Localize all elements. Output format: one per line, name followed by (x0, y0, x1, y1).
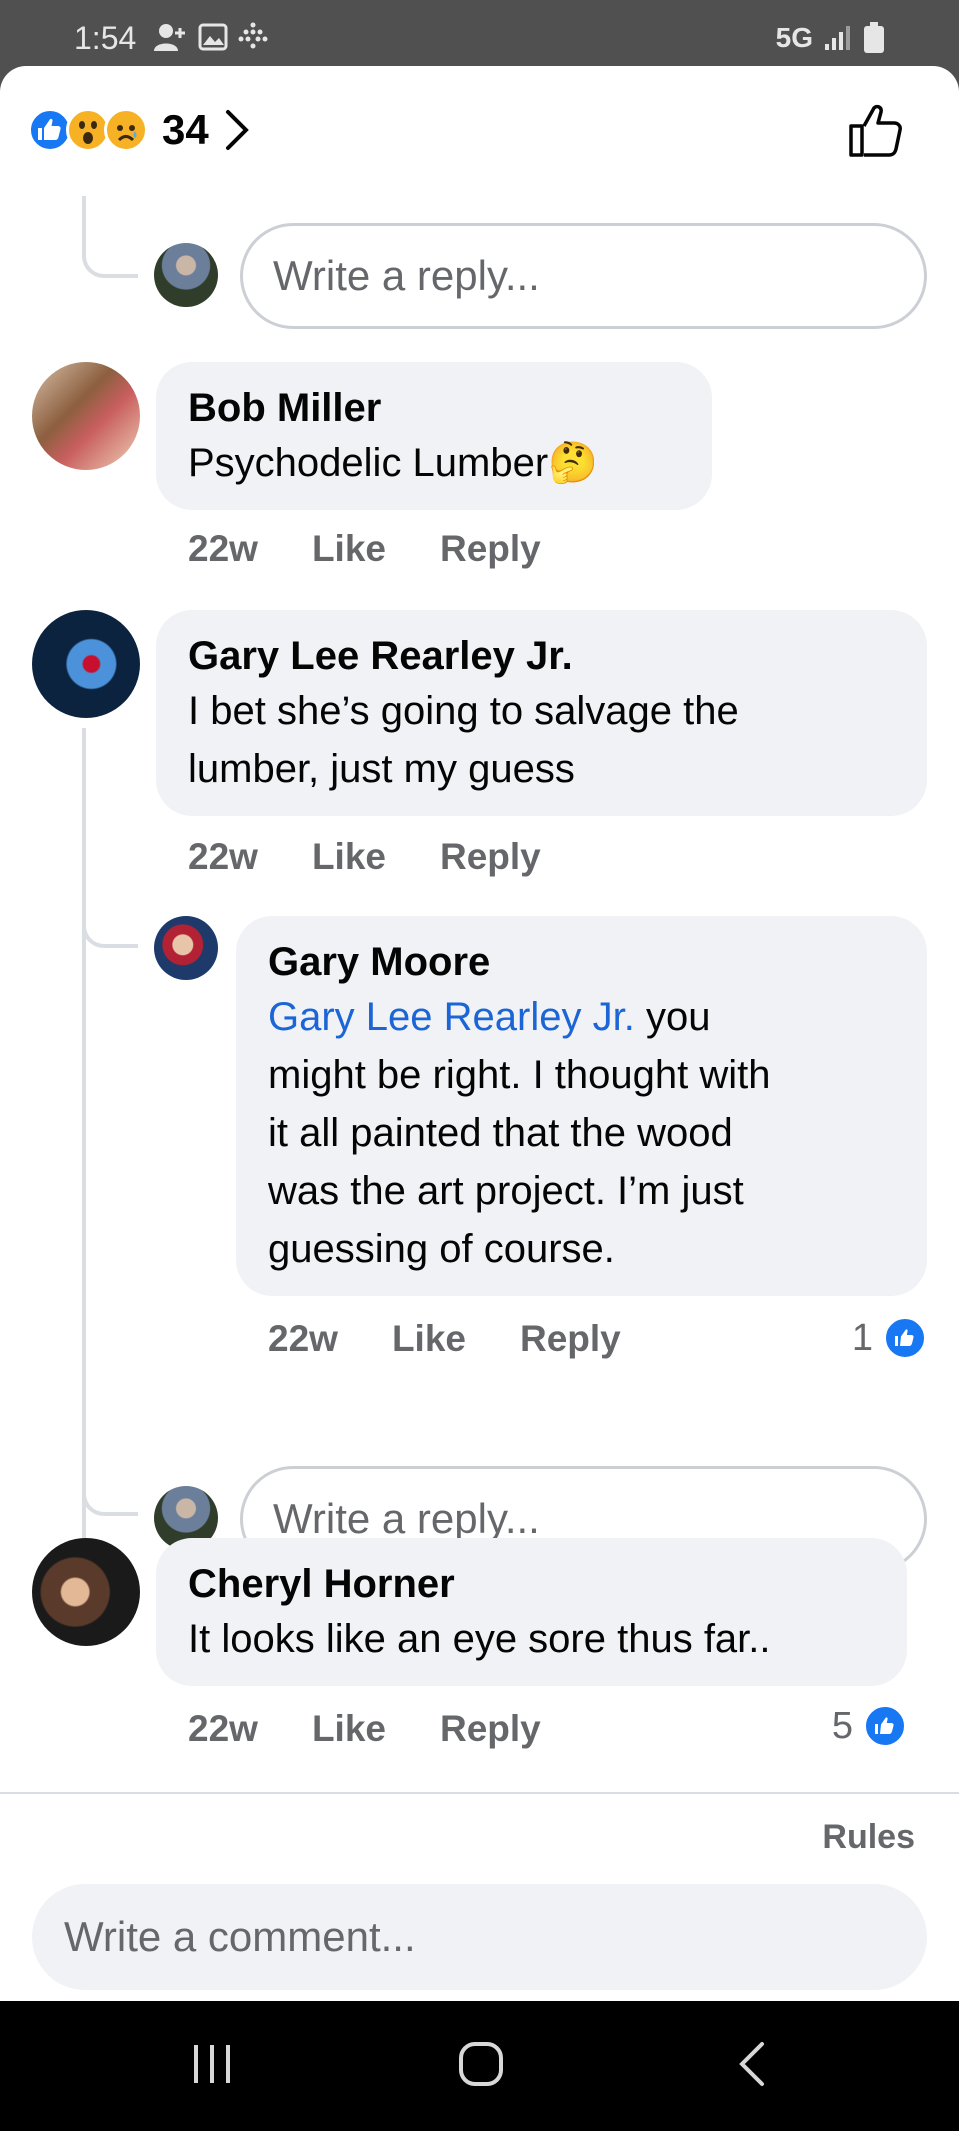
back-icon[interactable] (736, 2041, 766, 2087)
reply-placeholder: Write a reply... (273, 252, 540, 299)
comment-text: Psychodelic Lumber🤔 (188, 441, 598, 485)
home-icon[interactable] (458, 2041, 504, 2087)
comment-actions: 22w Like Reply (188, 528, 595, 570)
comment-text: It looks like an eye sore thus far.. (188, 1617, 771, 1661)
comment-age: 22w (188, 528, 258, 569)
network-label: 5G (775, 22, 813, 53)
reply-link[interactable]: Reply (440, 836, 541, 878)
comment-bubble: Cheryl Horner It looks like an eye sore … (156, 1538, 907, 1686)
status-time: 1:54 (74, 20, 137, 56)
thumbs-up-icon[interactable] (847, 104, 903, 158)
mention-link[interactable]: Gary Lee Rearley Jr. (268, 995, 635, 1039)
avatar[interactable] (154, 916, 218, 980)
like-link[interactable]: Like (312, 836, 386, 878)
like-link[interactable]: Like (312, 528, 386, 570)
status-notification-icons (152, 22, 268, 52)
rules-link[interactable]: Rules (822, 1818, 915, 1857)
comment-author[interactable]: Gary Lee Rearley Jr. (188, 630, 895, 682)
reply-text: Gary Lee Rearley Jr. you might be right.… (268, 995, 771, 1271)
like-link[interactable]: Like (312, 1708, 386, 1750)
reply-input[interactable]: Write a reply... (240, 223, 927, 329)
thread-connector (82, 196, 138, 278)
comment-author[interactable]: Cheryl Horner (188, 1558, 875, 1610)
current-user-avatar (154, 243, 218, 307)
reactions-summary[interactable]: 34 (28, 106, 249, 154)
reaction-count: 34 (162, 106, 209, 153)
comment-bubble: Gary Lee Rearley Jr. I bet she’s going t… (156, 610, 927, 816)
thread-connector (82, 1416, 138, 1516)
comments-sheet: 34 Write a reply... Bob Miller Psychodel… (0, 66, 959, 2001)
sad-reaction-icon (104, 108, 148, 152)
status-bar: 1:54 5G (0, 0, 959, 66)
reply-link[interactable]: Reply (440, 1708, 541, 1750)
chevron-right-icon (225, 110, 249, 150)
reply-link[interactable]: Reply (520, 1318, 621, 1360)
comment-placeholder: Write a comment... (64, 1913, 416, 1960)
reply-like-count[interactable]: 1 (852, 1316, 927, 1360)
battery-icon (864, 22, 884, 53)
avatar[interactable] (32, 362, 140, 470)
comment-like-count[interactable]: 5 (832, 1704, 907, 1748)
reply-author[interactable]: Gary Moore (268, 936, 895, 988)
like-link[interactable]: Like (392, 1318, 466, 1360)
comment-author[interactable]: Bob Miller (188, 382, 680, 434)
system-navigation-bar (0, 2001, 959, 2131)
comment-actions: 22w Like Reply (188, 836, 595, 878)
dots-grid-icon (238, 22, 268, 49)
avatar[interactable] (32, 610, 140, 718)
comment-actions: 22w Like Reply (188, 1708, 595, 1750)
comment-text: I bet she’s going to salvage the lumber,… (188, 689, 739, 791)
signal-icon (825, 26, 850, 50)
reply-bubble: Gary Moore Gary Lee Rearley Jr. you migh… (236, 916, 927, 1296)
reply-placeholder: Write a reply... (273, 1495, 540, 1542)
status-system-icons: 5G (776, 22, 885, 54)
recents-icon[interactable] (190, 2041, 234, 2087)
comments-header: 34 (0, 66, 959, 196)
reply-actions: 22w Like Reply (268, 1318, 675, 1360)
like-badge-icon (883, 1316, 927, 1360)
reply-link[interactable]: Reply (440, 528, 541, 570)
like-badge-icon (863, 1704, 907, 1748)
gallery-icon (198, 23, 228, 51)
comment-age: 22w (188, 836, 258, 877)
thread-connector (82, 886, 138, 948)
avatar[interactable] (32, 1538, 140, 1646)
thinking-emoji: 🤔 (548, 441, 598, 485)
comment-input[interactable]: Write a comment... (32, 1884, 927, 1990)
reply-age: 22w (268, 1318, 338, 1359)
person-icon (154, 24, 185, 51)
comment-age: 22w (188, 1708, 258, 1749)
comment-composer: Rules Write a comment... (0, 1792, 959, 2001)
comment-bubble: Bob Miller Psychodelic Lumber🤔 (156, 362, 712, 510)
